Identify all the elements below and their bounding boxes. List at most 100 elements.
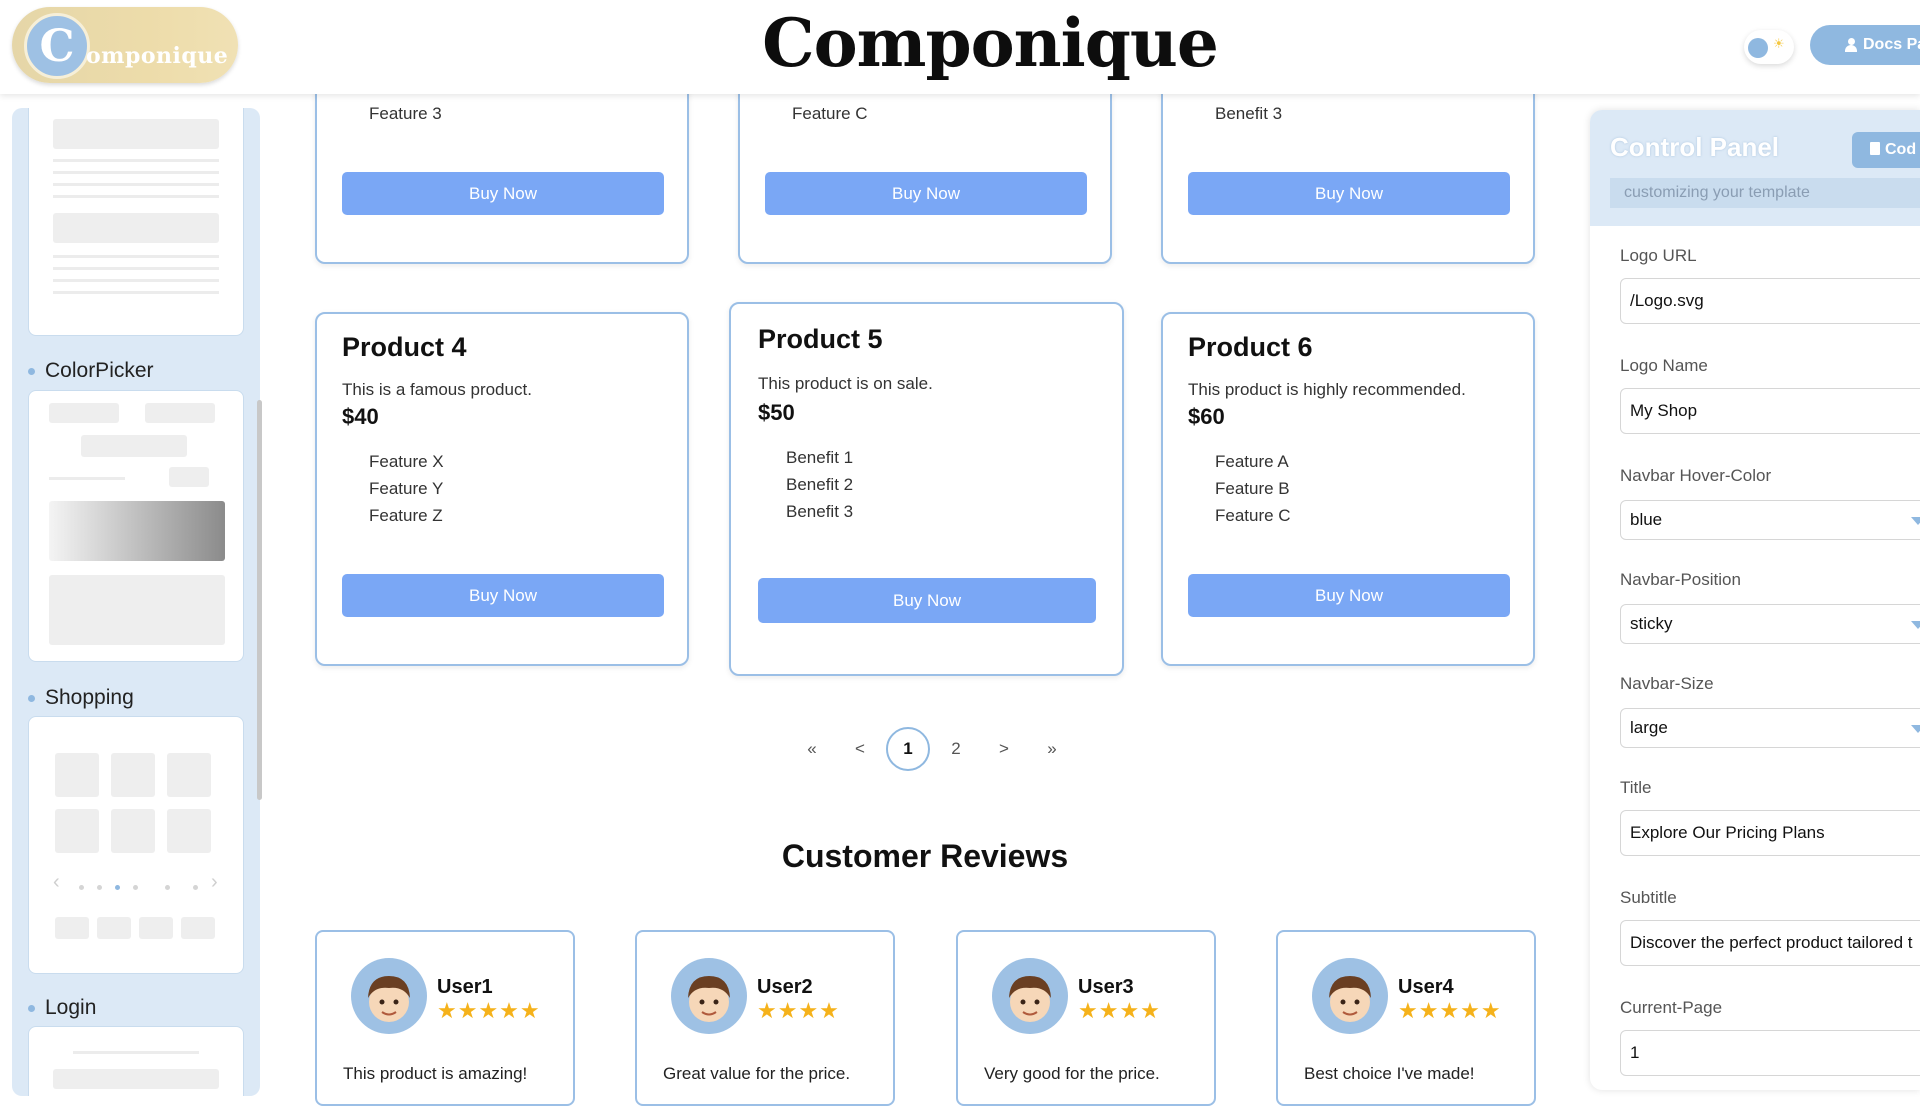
product-feature: Feature 3 xyxy=(369,104,442,123)
component-sidebar: ColorPicker Shopping ‹ › Login xyxy=(12,108,260,1096)
product-description: This product is highly recommended. xyxy=(1188,380,1466,399)
select-value: blue xyxy=(1630,510,1663,529)
feature-item: Feature Y xyxy=(369,479,444,498)
buy-now-button[interactable]: Buy Now xyxy=(1188,574,1510,617)
avatar-icon xyxy=(671,958,747,1034)
code-button[interactable]: Cod xyxy=(1852,132,1920,168)
docs-button[interactable]: Docs Pa xyxy=(1810,25,1920,65)
login-preview[interactable] xyxy=(28,1026,244,1096)
buy-now-button[interactable]: Buy Now xyxy=(758,578,1096,623)
control-panel-subtitle: customizing your template xyxy=(1610,178,1920,208)
carousel-dot xyxy=(115,885,120,890)
review-username: User2 xyxy=(757,976,813,998)
subtitle-input[interactable] xyxy=(1620,920,1920,966)
field-label: Subtitle xyxy=(1620,888,1677,907)
skeleton-block xyxy=(49,403,119,423)
product-name: Product 6 xyxy=(1188,332,1313,362)
pagination-page-1[interactable]: 1 xyxy=(886,727,930,771)
buy-now-button[interactable]: Buy Now xyxy=(765,172,1087,215)
brand-title: Componique xyxy=(762,4,1219,82)
feature-list: Benefit 1 Benefit 2 Benefit 3 xyxy=(786,444,853,525)
carousel-dot xyxy=(133,885,138,890)
skeleton-block xyxy=(167,809,211,853)
colorpicker-preview[interactable] xyxy=(28,390,244,662)
shopping-preview[interactable]: ‹ › xyxy=(28,716,244,974)
select-value: large xyxy=(1630,718,1668,737)
field-label: Current-Page xyxy=(1620,998,1723,1017)
skeleton-block xyxy=(181,917,215,939)
docs-button-label: Docs Pa xyxy=(1863,36,1920,53)
carousel-dot xyxy=(193,885,198,890)
review-text: Great value for the price. xyxy=(663,1064,851,1083)
review-username: User3 xyxy=(1078,976,1134,998)
component-preview-list[interactable] xyxy=(28,108,244,336)
skeleton-line xyxy=(53,279,219,282)
product-card-featured: Product 5 This product is on sale. $50 B… xyxy=(729,302,1124,676)
field-label: Title xyxy=(1620,778,1652,797)
logo-url-input[interactable] xyxy=(1620,278,1920,324)
theme-toggle[interactable]: ☀ xyxy=(1744,30,1794,64)
buy-now-button[interactable]: Buy Now xyxy=(1188,172,1510,215)
buy-now-button[interactable]: Buy Now xyxy=(342,172,664,215)
carousel-dot xyxy=(165,885,170,890)
sidebar-item-login[interactable]: Login xyxy=(28,996,96,1020)
review-text: Best choice I've made! xyxy=(1304,1064,1475,1083)
reviews-heading: Customer Reviews xyxy=(781,838,1069,874)
pagination-prev[interactable]: < xyxy=(836,739,884,759)
skeleton-line xyxy=(53,291,219,294)
product-feature: Feature C xyxy=(792,104,868,123)
navbar-size-select[interactable]: large xyxy=(1620,708,1920,748)
sidebar-scrollbar[interactable] xyxy=(257,400,262,800)
product-feature: Benefit 3 xyxy=(1215,104,1283,123)
title-input[interactable] xyxy=(1620,810,1920,856)
sun-icon: ☀ xyxy=(1773,36,1785,51)
feature-item: Benefit 1 xyxy=(786,448,854,467)
skeleton-line xyxy=(53,183,219,186)
toggle-knob xyxy=(1748,38,1768,58)
avatar-icon xyxy=(992,958,1068,1034)
bullet-icon xyxy=(28,1004,35,1012)
feature-item: Benefit 2 xyxy=(786,475,854,494)
skeleton-block xyxy=(111,809,155,853)
navbar: C omponique Componique ☀ Docs Pa xyxy=(0,0,1920,94)
skeleton-line xyxy=(53,159,219,162)
skeleton-block xyxy=(53,1069,219,1089)
feature-item: Feature B xyxy=(1215,479,1290,498)
chevron-right-icon: › xyxy=(211,871,218,893)
color-gradient-swatch[interactable] xyxy=(49,501,225,561)
star-rating-icon: ★★★★★ xyxy=(437,998,541,1023)
sidebar-item-label: ColorPicker xyxy=(45,359,154,382)
product-card: Product 6 This product is highly recomme… xyxy=(1161,312,1535,666)
review-username: User4 xyxy=(1398,976,1454,998)
skeleton-block xyxy=(139,917,173,939)
skeleton-block xyxy=(55,917,89,939)
buy-now-button[interactable]: Buy Now xyxy=(342,574,664,617)
pagination-page-2[interactable]: 2 xyxy=(932,739,980,759)
sidebar-item-colorpicker[interactable]: ColorPicker xyxy=(28,359,154,383)
product-description: This product is on sale. xyxy=(758,374,933,393)
feature-list: Feature A Feature B Feature C xyxy=(1215,448,1291,529)
pagination: « < 1 2 > » xyxy=(788,727,1076,771)
pagination-next[interactable]: > xyxy=(980,739,1028,759)
navbar-position-select[interactable]: sticky xyxy=(1620,604,1920,644)
sidebar-item-shopping[interactable]: Shopping xyxy=(28,686,134,710)
star-rating-icon: ★★★★ xyxy=(1078,998,1161,1023)
code-button-label: Cod xyxy=(1885,141,1917,158)
sidebar-item-label: Shopping xyxy=(45,686,134,709)
navbar-hover-color-select[interactable]: blue xyxy=(1620,500,1920,540)
skeleton-line xyxy=(53,267,219,270)
product-name: Product 5 xyxy=(758,324,883,354)
current-page-input[interactable] xyxy=(1620,1030,1920,1076)
review-text: This product is amazing! xyxy=(343,1064,528,1083)
pagination-last[interactable]: » xyxy=(1028,739,1076,759)
review-username: User1 xyxy=(437,976,493,998)
logo-name-input[interactable] xyxy=(1620,388,1920,434)
carousel-dot xyxy=(97,885,102,890)
skeleton-line xyxy=(53,171,219,174)
star-rating-icon: ★★★★★ xyxy=(1398,998,1502,1023)
field-label: Navbar-Position xyxy=(1620,570,1741,589)
pagination-first[interactable]: « xyxy=(788,739,836,759)
document-icon xyxy=(1870,142,1880,155)
review-card: User1 ★★★★★ This product is amazing! xyxy=(315,930,575,1106)
skeleton-block xyxy=(49,575,225,645)
